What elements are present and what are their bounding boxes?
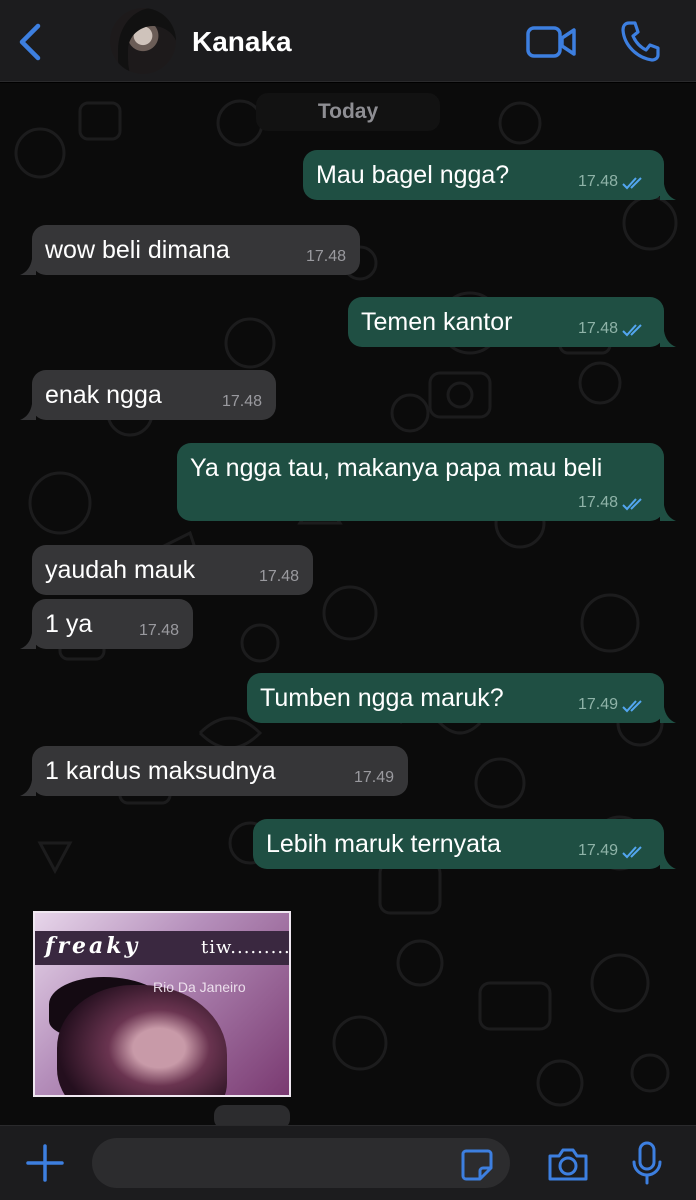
video-camera-icon[interactable] [526,24,576,60]
message-text: 1 kardus maksudnya [45,757,276,785]
chat-area[interactable]: Today Mau bagel ngga? 17.48 wow beli dim… [0,83,696,1125]
camera-icon[interactable] [546,1146,590,1182]
message-text: Mau bagel ngga? [316,161,510,189]
message-time: 17.49 [577,696,618,713]
message-time: 17.48 [221,393,262,410]
sticker-message[interactable]: freaky tiw......... Rio Da Janeiro [33,911,291,1097]
message-time: 17.49 [577,842,618,859]
message-bubble-incoming[interactable]: enak ngga 17.48 [32,370,276,420]
bubble-tail [20,259,36,275]
sticker-title: freaky [45,933,141,959]
bubble-tail [660,505,676,521]
bubble-tail [20,780,36,796]
sticker-name: Rio Da Janeiro [153,979,246,995]
message-text: wow beli dimana [45,236,230,264]
microphone-icon[interactable] [630,1140,664,1186]
avatar[interactable] [110,8,176,74]
bubble-tail [660,853,676,869]
read-ticks-icon [622,177,642,190]
message-text: 1 ya [45,610,93,638]
message-time: 17.48 [258,568,299,585]
message-time: 17.49 [353,769,394,786]
message-time: 17.48 [577,320,618,337]
bubble-tail [660,331,676,347]
read-ticks-icon [622,700,642,713]
chat-header: Kanaka [0,0,696,82]
message-text: yaudah mauk [45,556,196,584]
read-ticks-icon [622,846,642,859]
sticker-subtitle: tiw......... [201,937,291,958]
chevron-left-icon[interactable] [14,20,46,64]
message-bubble-incoming[interactable]: 1 ya 17.48 [32,599,193,649]
composer-bar [0,1125,696,1200]
contact-name[interactable]: Kanaka [192,26,292,58]
sticker-time-pill [214,1105,290,1125]
message-bubble-incoming[interactable]: 1 kardus maksudnya 17.49 [32,746,408,796]
message-text: Temen kantor [361,308,513,336]
message-bubble-outgoing[interactable]: Lebih maruk ternyata 17.49 [253,819,664,869]
phone-icon[interactable] [620,20,660,62]
message-text: Lebih maruk ternyata [266,830,501,858]
message-time: 17.48 [577,494,618,511]
message-text: Tumben ngga maruk? [260,684,504,712]
bubble-tail [20,633,36,649]
message-time: 17.48 [138,622,179,639]
message-bubble-outgoing[interactable]: Tumben ngga maruk? 17.49 [247,673,664,723]
read-ticks-icon [622,498,642,511]
message-bubble-outgoing[interactable]: Ya ngga tau, makanya papa mau beli 17.48 [177,443,664,521]
message-bubble-incoming[interactable]: wow beli dimana 17.48 [32,225,360,275]
plus-icon[interactable] [24,1142,66,1184]
bubble-tail [20,404,36,420]
read-ticks-icon [622,324,642,337]
sticker-icon[interactable] [460,1148,494,1182]
message-bubble-outgoing[interactable]: Mau bagel ngga? 17.48 [303,150,664,200]
message-bubble-incoming[interactable]: yaudah mauk 17.48 [32,545,313,595]
message-input[interactable] [92,1138,510,1188]
date-separator: Today [256,93,440,131]
message-text: enak ngga [45,381,162,409]
message-time: 17.48 [305,248,346,265]
bubble-tail [660,184,676,200]
sticker-portrait [57,985,227,1095]
message-time: 17.48 [577,173,618,190]
bubble-tail [660,707,676,723]
message-bubble-outgoing[interactable]: Temen kantor 17.48 [348,297,664,347]
message-text: Ya ngga tau, makanya papa mau beli [190,454,603,482]
